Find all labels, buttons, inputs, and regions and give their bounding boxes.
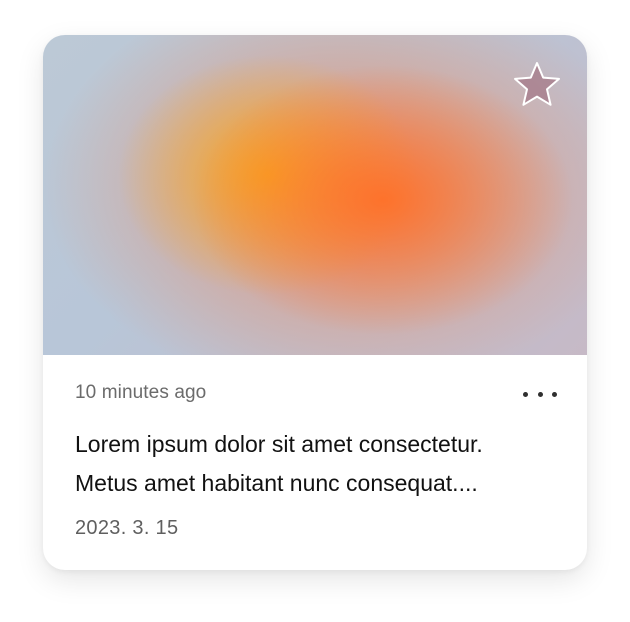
card-body: 10 minutes ago Lorem ipsum dolor sit ame… [43, 355, 587, 570]
favorite-button[interactable] [511, 59, 563, 111]
post-date: 2023. 3. 15 [75, 517, 179, 539]
more-dot [552, 391, 557, 397]
card-description: Lorem ipsum dolor sit amet consectetur. … [75, 425, 555, 503]
description-line: Metus amet habitant nunc consequat.... [75, 470, 478, 496]
more-horizontal-icon [523, 391, 528, 397]
page: 10 minutes ago Lorem ipsum dolor sit ame… [0, 0, 630, 622]
card-gradient-image [43, 35, 587, 355]
more-options-button[interactable] [523, 383, 557, 405]
star-icon [514, 62, 560, 106]
description-line: Lorem ipsum dolor sit amet consectetur. [75, 431, 483, 457]
timestamp: 10 minutes ago [75, 382, 207, 403]
post-card[interactable]: 10 minutes ago Lorem ipsum dolor sit ame… [43, 35, 587, 570]
more-dot [537, 391, 543, 397]
